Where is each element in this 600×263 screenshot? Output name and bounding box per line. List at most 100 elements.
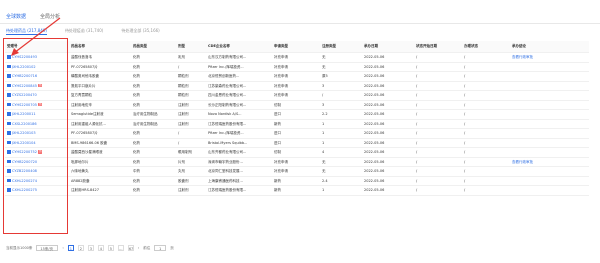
- code-link[interactable]: JXHL2200102: [12, 65, 36, 69]
- cell-code[interactable]: CYZB2200408: [5, 166, 69, 177]
- code-link[interactable]: JXHL2200011: [12, 112, 36, 116]
- goto-input[interactable]: 1: [154, 245, 167, 251]
- cell-code[interactable]: CYHS2200845 仿: [5, 81, 69, 91]
- tab-global-analysis[interactable]: 全局分析: [40, 12, 60, 22]
- code-link[interactable]: CYHB2200716: [12, 74, 37, 78]
- code-link[interactable]: CYHS2200752: [12, 150, 37, 154]
- code-link[interactable]: CYHS2200493: [12, 55, 37, 59]
- cell-code[interactable]: JXHL2200102: [5, 62, 69, 72]
- cell-code[interactable]: CYHB2200716: [5, 71, 69, 82]
- cell-reg: 1: [320, 185, 362, 196]
- subtab-all[interactable]: 待处理全部 (35,166): [121, 27, 159, 35]
- cell-name: 盐酸伐昔洛韦: [69, 52, 131, 63]
- code-link[interactable]: JXHL2200103: [12, 131, 36, 135]
- row-checkbox[interactable]: [7, 121, 11, 126]
- cell-code[interactable]: JXHL2200103: [5, 128, 69, 139]
- row-checkbox[interactable]: [7, 188, 11, 192]
- cell-apply: 新药: [272, 176, 320, 186]
- row-checkbox[interactable]: [7, 112, 11, 116]
- header-result[interactable]: 承办结论: [510, 41, 589, 53]
- table-row[interactable]: JXHL2200011 Semaglutide注射液 治疗用生物制品 注射剂 Novo …: [5, 109, 589, 120]
- cell-code[interactable]: CYHS2200752 仿: [5, 147, 69, 158]
- page-4[interactable]: 4: [97, 245, 104, 251]
- cell-result: [510, 147, 589, 158]
- page-2[interactable]: 2: [77, 245, 84, 251]
- subtab-drugs[interactable]: 待处理药品 (217,840): [6, 27, 47, 35]
- header-reg-type[interactable]: 注册类型: [320, 41, 362, 53]
- cell-code[interactable]: CYZS2200470: [5, 90, 69, 101]
- code-link[interactable]: CYHS2200845: [12, 84, 37, 88]
- row-checkbox[interactable]: [7, 93, 11, 97]
- cell-code[interactable]: CYHS2200493: [5, 52, 69, 63]
- table-row[interactable]: CYHS2200493 盐酸伐昔洛韦 化药 乳剂 山东汉方制药有限公司... 补充申请无 2…: [5, 52, 589, 63]
- header-name[interactable]: 药品名称: [69, 41, 131, 53]
- tab-global-data[interactable]: 全球数据: [6, 12, 27, 24]
- code-link[interactable]: CXHL2200274: [12, 179, 37, 183]
- cell-result[interactable]: 查看行政审批: [510, 52, 589, 63]
- cell-start: /: [414, 81, 462, 91]
- cell-reg: 1: [320, 119, 362, 129]
- row-checkbox[interactable]: [7, 74, 11, 78]
- header-date[interactable]: 承办日期: [362, 41, 414, 53]
- table-row[interactable]: CXHL2200275 注射用HRS-8427 化药 注射剂 江苏恒瑞医药股份有限...…: [5, 185, 589, 196]
- header-type[interactable]: 药品类型: [131, 41, 176, 53]
- row-checkbox[interactable]: [7, 169, 11, 173]
- table-row[interactable]: JXHL2200103 PF-07265807片 化药 / Pfizer Inc./辉瑞…: [5, 128, 589, 139]
- table-row[interactable]: CYZB2200408 六味地黄丸 中药 丸剂 北京同仁堂科技发展... 补充申请无 202…: [5, 166, 589, 177]
- table-row[interactable]: CYHS2200752 仿盐酸莫西沙星滴眼液 化药 眼用制剂 山东齐都药业有限公司...…: [5, 147, 589, 158]
- page-size-select[interactable]: 15条/页: [36, 245, 59, 251]
- row-checkbox[interactable]: [7, 159, 11, 164]
- code-link[interactable]: CXHL2200275: [12, 188, 37, 192]
- row-checkbox[interactable]: [7, 131, 11, 135]
- table-row[interactable]: CYHS2200845 仿氯氮平口崩片片 化药 颗粒剂 江苏豪森药业有限公司... 补充申…: [5, 81, 589, 91]
- page-3[interactable]: 3: [87, 245, 94, 251]
- code-link[interactable]: JXHL2200104: [12, 141, 36, 145]
- code-link[interactable]: CYHS2200705: [12, 103, 37, 107]
- table-row[interactable]: CYZS2200470 复方青蒿颗粒 化药 颗粒剂 四川金恩药业有限公司... 补充申请 /…: [5, 90, 589, 101]
- page-last[interactable]: 67: [127, 245, 134, 251]
- code-link[interactable]: CYHB2200720: [12, 160, 37, 164]
- cell-result: [510, 128, 589, 139]
- table-row[interactable]: JXHL2200102 PF-07265807片 化药 / Pfizer Inc./辉瑞…: [5, 62, 589, 72]
- cell-code[interactable]: CXHL2200274: [5, 176, 69, 186]
- table-row[interactable]: CXSL2200186 注射用重组人源化抗... 治疗用生物制品 注射剂 江苏恒瑞医药股…: [5, 119, 589, 129]
- row-checkbox[interactable]: [7, 140, 11, 145]
- table-row[interactable]: CXHL2200274 AR882胶囊 化药 胶囊剂 上海康睿通医药科技... 新药 2.4…: [5, 176, 589, 186]
- prev-page-icon[interactable]: ‹: [62, 246, 63, 250]
- code-link[interactable]: CYZS2200470: [12, 93, 37, 97]
- header-apply-type[interactable]: 申请类型: [272, 41, 320, 53]
- header-code[interactable]: 受理号: [5, 41, 69, 53]
- cell-code[interactable]: JXHL2200011: [5, 109, 69, 120]
- header-form[interactable]: 剂型: [176, 41, 206, 53]
- header-company[interactable]: CDE企业名称: [206, 41, 272, 53]
- header-status[interactable]: 办理状态: [462, 41, 510, 53]
- page-ellipsis[interactable]: ...: [117, 245, 124, 251]
- table-row[interactable]: CYHS2200705 仿注射用地佐辛 化药 注射剂 长沙正阳制药有限公司... 仿制 3 2…: [5, 100, 589, 110]
- cell-code[interactable]: CYHS2200705 仿: [5, 100, 69, 110]
- row-checkbox[interactable]: [7, 55, 11, 59]
- page-1[interactable]: 1: [67, 245, 74, 251]
- cell-type: 化药: [131, 71, 176, 82]
- row-checkbox[interactable]: [7, 83, 11, 88]
- table-row[interactable]: CYHB2200716 磷酸奥司他韦胶囊 化药 颗粒剂 北京恒贸创新医药... 补充申请原…: [5, 71, 589, 82]
- row-checkbox[interactable]: [7, 178, 11, 183]
- table-row[interactable]: JXHL2200104 BMS-986166-06 胶囊 化药 / Bristol-My…: [5, 138, 589, 148]
- cell-start: /: [414, 109, 462, 120]
- header-start-date[interactable]: 状态开始日期: [414, 41, 462, 53]
- code-link[interactable]: CXSL2200186: [12, 122, 37, 126]
- row-checkbox[interactable]: [7, 64, 11, 69]
- cell-code[interactable]: CXSL2200186: [5, 119, 69, 129]
- subtab-vaccines[interactable]: 待处理疫苗 (31,740): [65, 27, 103, 35]
- cell-company: 山东汉方制药有限公司...: [206, 52, 272, 63]
- cell-status: /: [462, 185, 510, 196]
- cell-result[interactable]: 查看行政审批: [510, 157, 589, 167]
- table-row[interactable]: CYHB2200720 吡那地尔片 化药 片剂 深圳市翰宇药业股份... 补充申请无 202…: [5, 157, 589, 167]
- cell-code[interactable]: JXHL2200104: [5, 138, 69, 148]
- page-5[interactable]: 5: [107, 245, 114, 251]
- next-page-icon[interactable]: ›: [138, 246, 139, 250]
- row-checkbox[interactable]: [7, 102, 11, 107]
- code-link[interactable]: CYZB2200408: [12, 169, 37, 173]
- row-checkbox[interactable]: [7, 150, 11, 154]
- cell-code[interactable]: CYHB2200720: [5, 157, 69, 167]
- cell-code[interactable]: CXHL2200275: [5, 185, 69, 196]
